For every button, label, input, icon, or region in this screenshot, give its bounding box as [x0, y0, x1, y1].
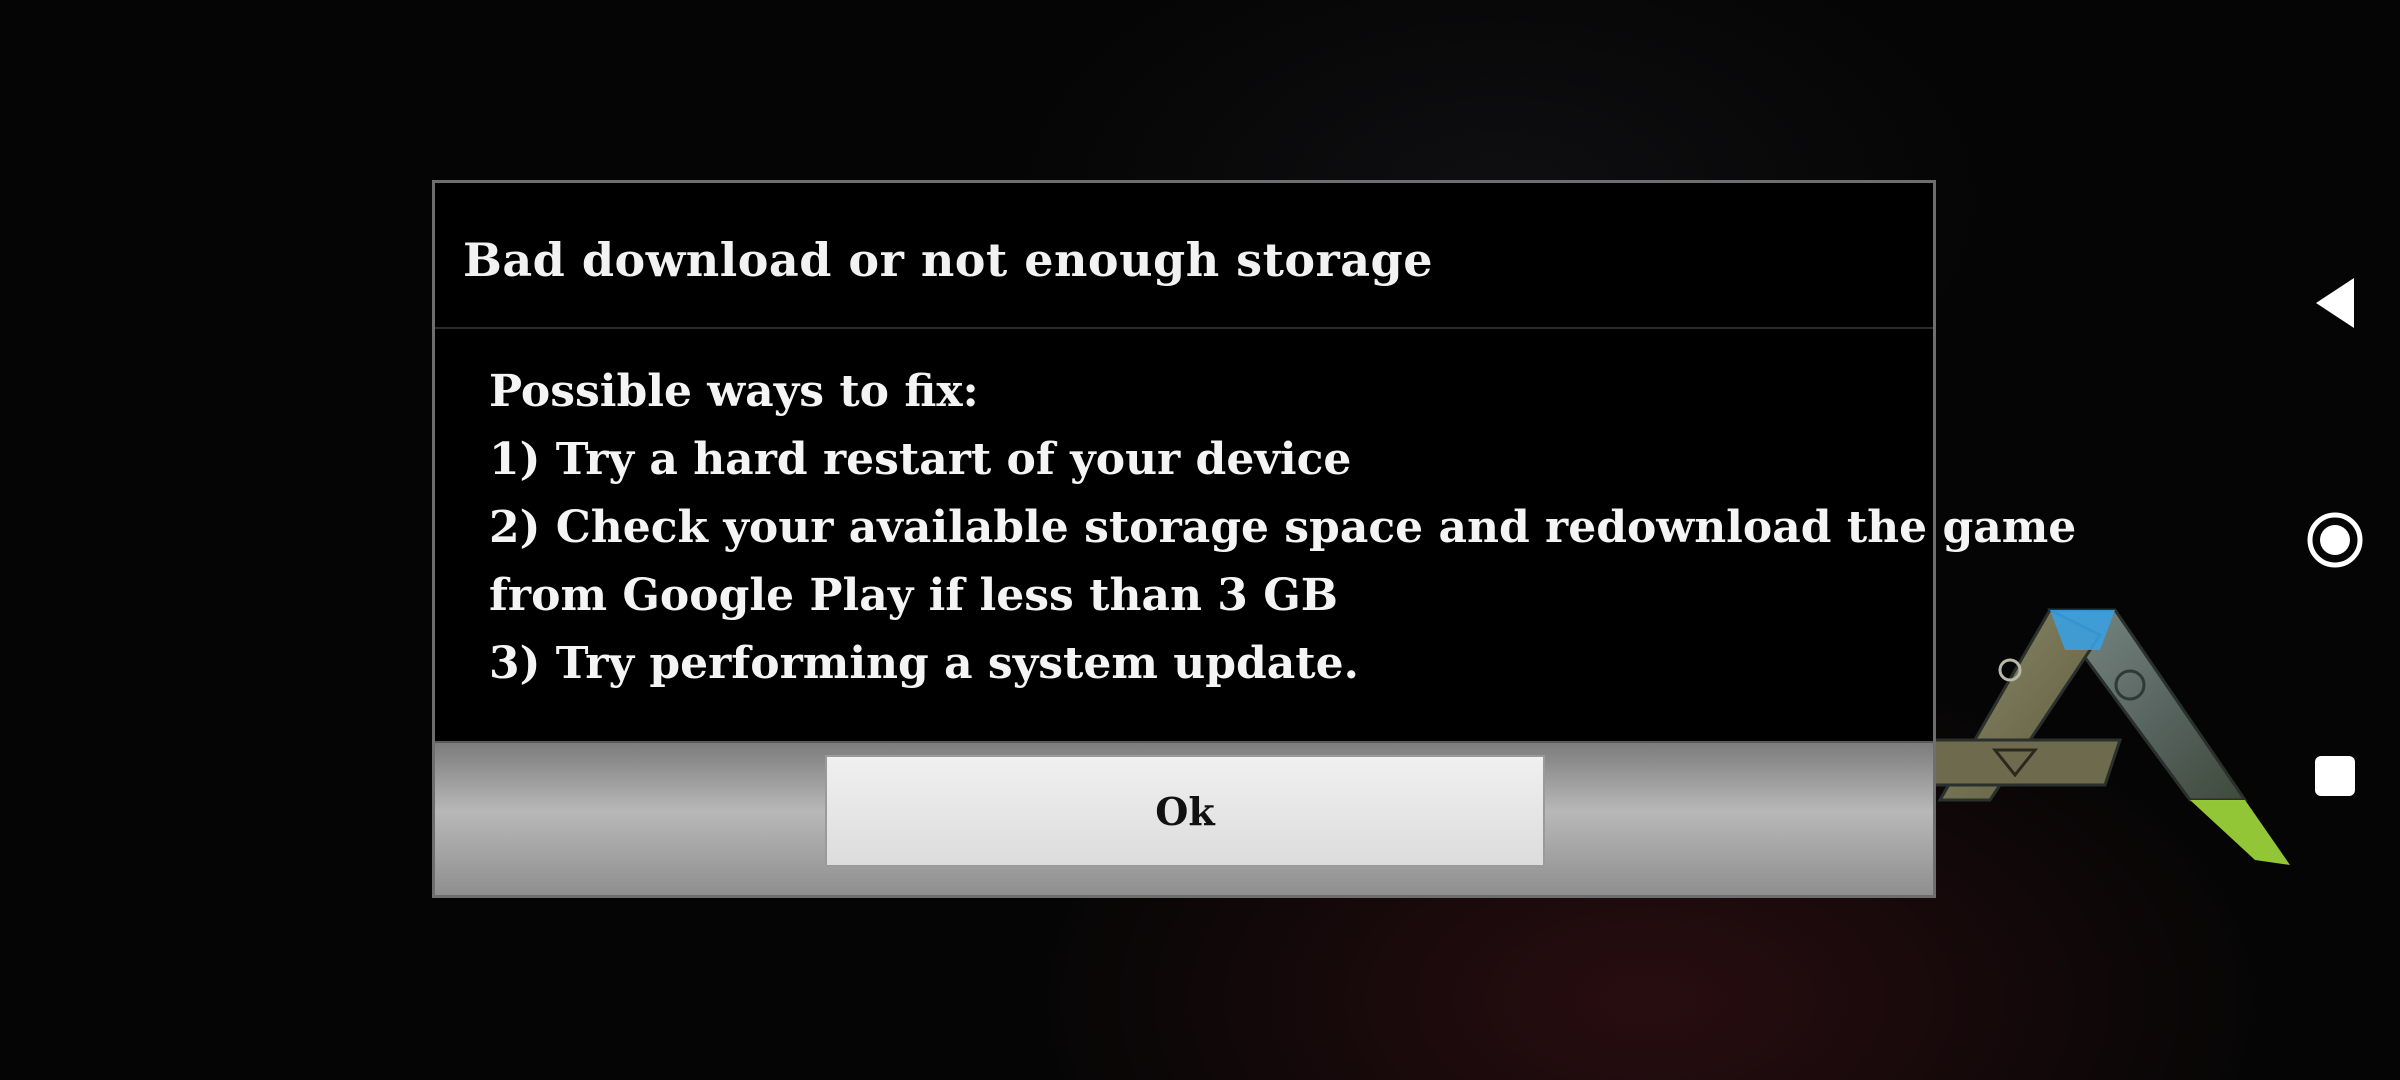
message-line: 1) Try a hard restart of your device: [489, 434, 1352, 485]
title-divider: [435, 327, 1933, 329]
ok-button[interactable]: Ok: [825, 755, 1545, 867]
dialog-button-bar: Ok: [435, 741, 1933, 895]
game-screen: Bad download or not enough storage Possi…: [0, 0, 2400, 1080]
message-line: Possible ways to fix:: [489, 366, 979, 417]
error-dialog: Bad download or not enough storage Possi…: [432, 180, 2077, 898]
home-circle-icon: [2307, 512, 2363, 568]
back-button[interactable]: [2300, 268, 2370, 338]
recents-square-icon: [2315, 756, 2355, 796]
dialog-message: Possible ways to fix: 1) Try a hard rest…: [489, 358, 2077, 698]
message-line: 2) Check your available storage space an…: [489, 502, 2077, 553]
dialog-title: Bad download or not enough storage: [463, 233, 1433, 287]
message-line: 3) Try performing a system update.: [489, 638, 1359, 689]
recents-button[interactable]: [2300, 741, 2370, 811]
android-nav-bar: [2270, 0, 2400, 1080]
game-logo-icon: [1918, 608, 2290, 865]
message-line: from Google Play if less than 3 GB: [489, 570, 1338, 621]
home-button[interactable]: [2300, 505, 2370, 575]
back-triangle-icon: [2316, 278, 2354, 328]
